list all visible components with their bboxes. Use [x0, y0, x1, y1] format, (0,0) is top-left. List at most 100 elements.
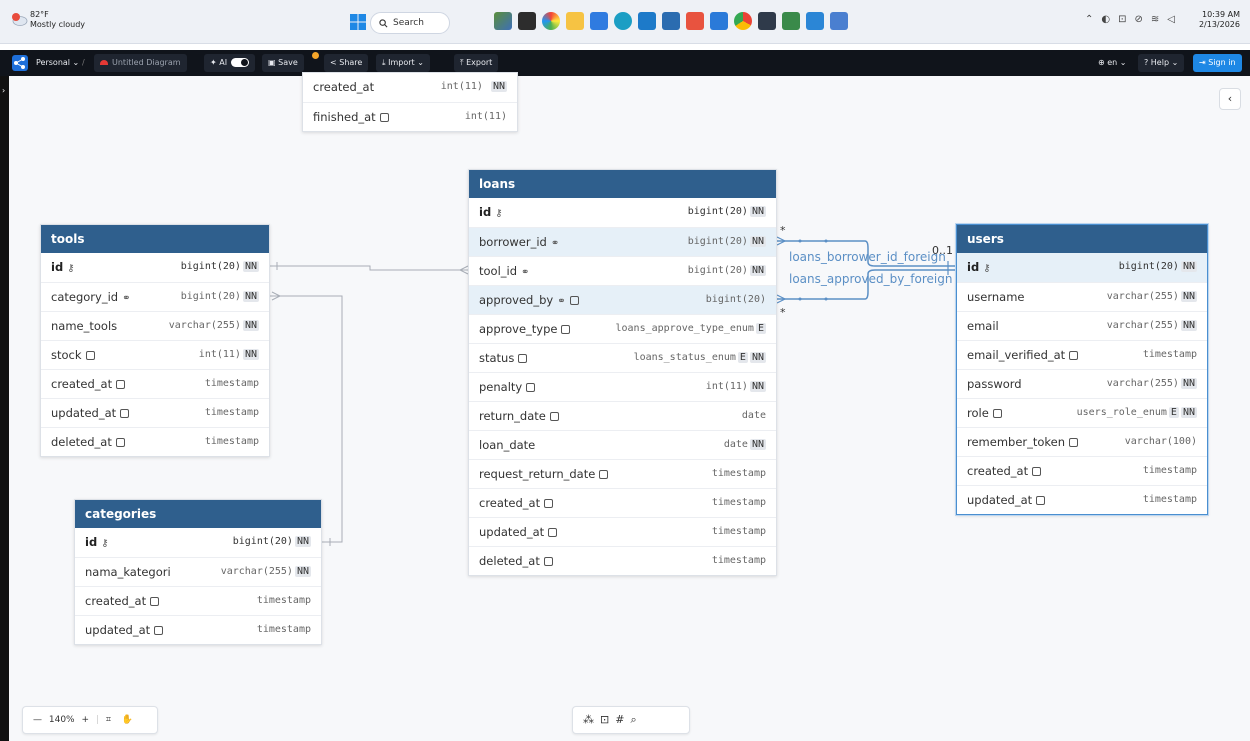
table-row[interactable]: created_at timestamp: [41, 369, 269, 398]
not-null-badge: NN: [749, 439, 766, 450]
table-row[interactable]: updated_at timestamp: [469, 517, 776, 546]
zoom-controls: — 140% + | ⌗ ✋: [22, 706, 158, 734]
field-name: updated_at: [967, 493, 1046, 507]
table-row[interactable]: return_date date: [469, 401, 776, 430]
table-row[interactable]: tool_id ⚭ bigint(20) NN: [469, 256, 776, 285]
field-name: name_tools: [51, 319, 118, 333]
table-row[interactable]: stock int(11) NN: [41, 340, 269, 369]
table-title[interactable]: categories: [75, 500, 321, 528]
field-name: email_verified_at: [967, 348, 1079, 362]
field-name: finished_at: [313, 110, 389, 124]
field-type: timestamp: [711, 497, 766, 508]
table-users[interactable]: users id ⚷ bigint(20) NN username varchar(255…: [956, 224, 1208, 515]
table-row[interactable]: name_tools varchar(255) NN: [41, 311, 269, 340]
field-type: timestamp: [256, 595, 311, 606]
table-row[interactable]: nama_kategori varchar(255) NN: [75, 557, 321, 586]
field-type: timestamp: [256, 624, 311, 635]
table-row[interactable]: approved_by ⚭ bigint(20): [469, 285, 776, 314]
field-name: status: [479, 351, 528, 365]
table-row[interactable]: email varchar(255) NN: [957, 311, 1207, 340]
zoom-level[interactable]: 140%: [49, 715, 75, 725]
field-name: category_id ⚭: [51, 290, 131, 304]
table-row[interactable]: id ⚷ bigint(20) NN: [75, 528, 321, 557]
field-name: id ⚷: [967, 260, 991, 274]
field-name: approve_type: [479, 322, 571, 336]
table-row[interactable]: deleted_at timestamp: [41, 427, 269, 456]
field-type: timestamp: [204, 436, 259, 447]
field-name: request_return_date: [479, 467, 609, 481]
enum-badge: E: [1168, 407, 1179, 418]
field-type: int(11) NN: [705, 381, 766, 392]
search-icon[interactable]: ⌕: [630, 713, 642, 726]
field-name: created_at: [313, 80, 375, 94]
table-row[interactable]: created_at timestamp: [75, 586, 321, 615]
field-name: updated_at: [479, 525, 558, 539]
fit-view-icon[interactable]: ⌗: [106, 715, 111, 725]
not-null-badge: NN: [1180, 320, 1197, 331]
field-name: remember_token: [967, 435, 1079, 449]
table-partial[interactable]: created_at int(11) NN finished_at int(11…: [302, 72, 518, 132]
table-row[interactable]: deleted_at timestamp: [469, 546, 776, 575]
field-name: borrower_id ⚭: [479, 235, 560, 249]
field-type: timestamp: [1142, 349, 1197, 360]
rel-line-tools-loans: [270, 265, 468, 271]
table-row[interactable]: username varchar(255) NN: [957, 282, 1207, 311]
table-row[interactable]: created_at timestamp: [469, 488, 776, 517]
table-title[interactable]: loans: [469, 170, 776, 198]
auto-layout-icon[interactable]: ⁂: [583, 713, 600, 726]
align-icon[interactable]: ⊡: [600, 713, 615, 726]
table-row[interactable]: role users_role_enum E NN: [957, 398, 1207, 427]
zoom-in-button[interactable]: +: [81, 715, 89, 725]
note-icon: [549, 412, 559, 421]
table-row[interactable]: request_return_date timestamp: [469, 459, 776, 488]
table-row[interactable]: created_at timestamp: [957, 456, 1207, 485]
table-row[interactable]: updated_at timestamp: [957, 485, 1207, 514]
table-row[interactable]: status loans_status_enum E NN: [469, 343, 776, 372]
table-tools[interactable]: tools id ⚷ bigint(20) NN category_id ⚭ bigint(…: [40, 224, 270, 457]
relation-label-approved[interactable]: loans_approved_by_foreign: [789, 272, 952, 286]
note-icon: [116, 380, 126, 389]
zoom-out-button[interactable]: —: [33, 715, 42, 725]
field-type: users_role_enum E NN: [1076, 407, 1197, 418]
table-row[interactable]: penalty int(11) NN: [469, 372, 776, 401]
table-row[interactable]: email_verified_at timestamp: [957, 340, 1207, 369]
not-null-badge: NN: [1180, 378, 1197, 389]
table-row[interactable]: approve_type loans_approve_type_enum E: [469, 314, 776, 343]
hand-pan-icon[interactable]: ✋: [122, 715, 133, 725]
table-row[interactable]: id ⚷ bigint(20) NN: [957, 253, 1207, 282]
primary-key-icon: ⚷: [495, 208, 503, 219]
table-row[interactable]: updated_at timestamp: [75, 615, 321, 644]
field-type: int(11) NN: [440, 81, 507, 92]
not-null-badge: NN: [294, 566, 311, 577]
not-null-badge: NN: [749, 265, 766, 276]
table-categories[interactable]: categories id ⚷ bigint(20) NN nama_kategori v…: [74, 499, 322, 645]
table-title[interactable]: users: [957, 225, 1207, 253]
note-icon: [85, 351, 95, 360]
field-name: id ⚷: [51, 260, 75, 274]
canvas-tools: ⁂⊡#⌕: [572, 706, 690, 734]
table-row[interactable]: loan_date date NN: [469, 430, 776, 459]
field-name: password: [967, 377, 1022, 391]
field-name: penalty: [479, 380, 536, 394]
table-row[interactable]: remember_token varchar(100): [957, 427, 1207, 456]
table-row[interactable]: created_at int(11) NN: [303, 73, 517, 102]
not-null-badge: NN: [749, 381, 766, 392]
note-icon: [544, 499, 554, 508]
table-row[interactable]: borrower_id ⚭ bigint(20) NN: [469, 227, 776, 256]
table-title[interactable]: tools: [41, 225, 269, 253]
table-loans[interactable]: loans id ⚷ bigint(20) NN borrower_id ⚭ bigint(…: [468, 169, 777, 576]
table-row[interactable]: id ⚷ bigint(20) NN: [469, 198, 776, 227]
relation-label-borrower[interactable]: loans_borrower_id_foreign: [789, 250, 946, 264]
note-icon: [120, 409, 130, 418]
field-type: varchar(255) NN: [1106, 320, 1197, 331]
field-name: created_at: [479, 496, 554, 510]
table-row[interactable]: id ⚷ bigint(20) NN: [41, 253, 269, 282]
field-type: int(11) NN: [198, 349, 259, 360]
table-row[interactable]: updated_at timestamp: [41, 398, 269, 427]
field-type: int(11): [464, 111, 507, 122]
table-row[interactable]: password varchar(255) NN: [957, 369, 1207, 398]
table-row[interactable]: category_id ⚭ bigint(20) NN: [41, 282, 269, 311]
grid-icon[interactable]: #: [615, 713, 630, 726]
table-row[interactable]: finished_at int(11): [303, 102, 517, 131]
field-type: bigint(20) NN: [180, 291, 259, 302]
